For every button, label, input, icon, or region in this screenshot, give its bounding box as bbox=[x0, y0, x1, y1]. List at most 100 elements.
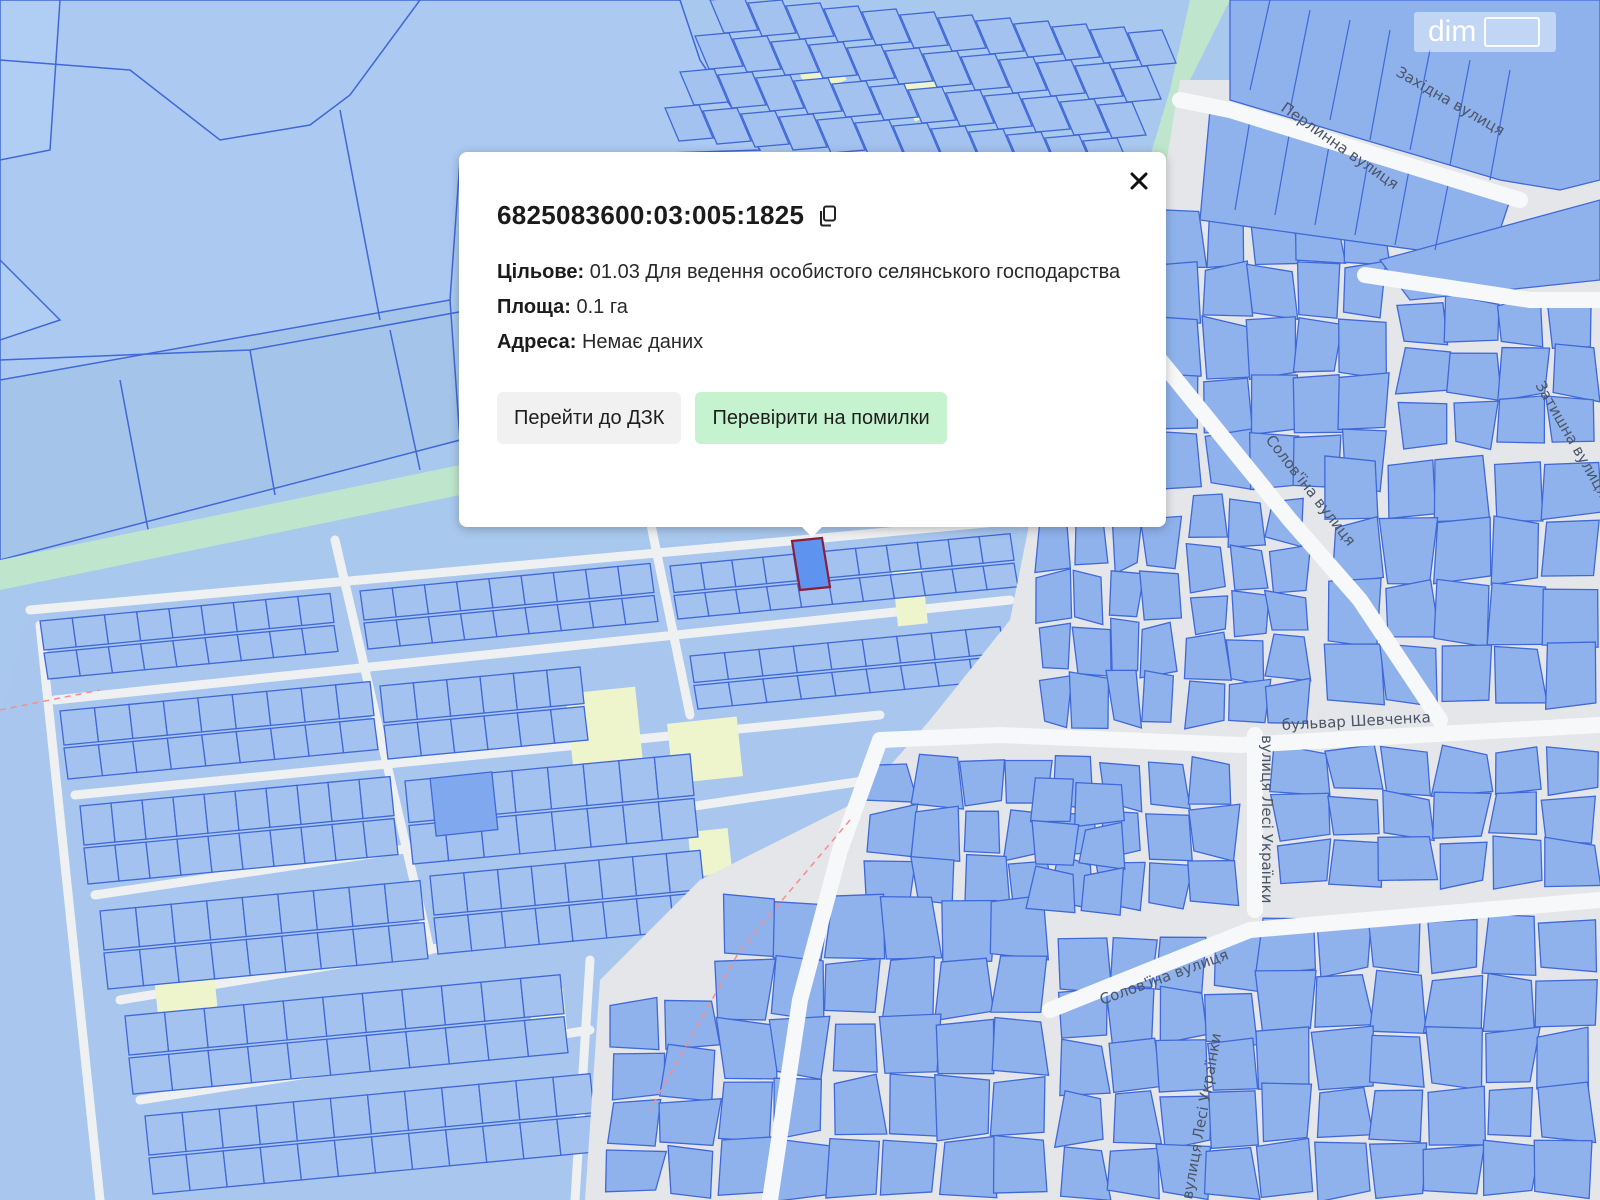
garden-parcel[interactable] bbox=[545, 666, 585, 708]
urban-parcel[interactable] bbox=[963, 810, 1001, 854]
garden-parcel[interactable] bbox=[338, 717, 379, 754]
garden-parcel[interactable] bbox=[383, 879, 425, 924]
urban-parcel[interactable] bbox=[1324, 744, 1384, 790]
garden-parcel[interactable] bbox=[395, 616, 434, 647]
urban-parcel[interactable] bbox=[1183, 680, 1226, 730]
urban-parcel[interactable] bbox=[1327, 795, 1380, 836]
urban-parcel[interactable] bbox=[1268, 544, 1312, 594]
garden-parcel[interactable] bbox=[387, 921, 429, 963]
garden-parcel[interactable] bbox=[858, 574, 896, 603]
urban-parcel[interactable] bbox=[1368, 969, 1427, 1035]
garden-parcel[interactable] bbox=[598, 856, 638, 900]
garden-parcel[interactable] bbox=[444, 1023, 490, 1065]
garden-parcel[interactable] bbox=[259, 1143, 303, 1185]
garden-parcel[interactable] bbox=[172, 793, 209, 837]
garden-parcel[interactable] bbox=[110, 799, 147, 843]
urban-parcel[interactable] bbox=[1487, 1086, 1534, 1137]
urban-parcel[interactable] bbox=[1377, 835, 1439, 882]
garden-parcel[interactable] bbox=[556, 600, 595, 632]
urban-parcel[interactable] bbox=[1482, 972, 1536, 1033]
garden-parcel[interactable] bbox=[352, 925, 394, 967]
garden-parcel[interactable] bbox=[515, 811, 557, 855]
urban-parcel[interactable] bbox=[1035, 567, 1073, 625]
urban-parcel[interactable] bbox=[609, 996, 660, 1051]
garden-parcel[interactable] bbox=[552, 1073, 595, 1117]
garden-parcel[interactable] bbox=[480, 977, 526, 1022]
garden-parcel[interactable] bbox=[327, 778, 364, 823]
urban-parcel[interactable] bbox=[1545, 746, 1599, 797]
garden-parcel[interactable] bbox=[205, 896, 247, 941]
urban-parcel[interactable] bbox=[1109, 617, 1140, 676]
garden-parcel[interactable] bbox=[144, 1111, 187, 1156]
garden-parcel[interactable] bbox=[322, 992, 367, 1037]
urban-parcel[interactable] bbox=[1337, 372, 1390, 431]
garden-parcel[interactable] bbox=[524, 603, 563, 635]
garden-parcel[interactable] bbox=[231, 690, 272, 730]
urban-parcel[interactable] bbox=[1072, 569, 1104, 626]
garden-parcel[interactable] bbox=[218, 1104, 261, 1149]
garden-parcel[interactable] bbox=[653, 753, 695, 800]
garden-parcel[interactable] bbox=[511, 766, 553, 814]
garden-parcel[interactable] bbox=[622, 801, 664, 845]
garden-parcel[interactable] bbox=[301, 624, 339, 656]
garden-parcel[interactable] bbox=[167, 1049, 213, 1091]
garden-parcel[interactable] bbox=[128, 1053, 174, 1095]
urban-parcel[interactable] bbox=[1533, 1139, 1593, 1200]
garden-parcel[interactable] bbox=[326, 1034, 371, 1076]
urban-parcel[interactable] bbox=[1269, 792, 1331, 842]
urban-parcel[interactable] bbox=[1422, 974, 1484, 1034]
garden-parcel[interactable] bbox=[951, 565, 988, 594]
urban-parcel[interactable] bbox=[1078, 821, 1126, 870]
urban-parcel[interactable] bbox=[1368, 920, 1421, 974]
urban-parcel[interactable] bbox=[1368, 1034, 1425, 1088]
urban-parcel[interactable] bbox=[1139, 621, 1178, 679]
urban-parcel[interactable] bbox=[1292, 316, 1343, 373]
urban-parcel[interactable] bbox=[717, 1081, 774, 1143]
garden-parcel[interactable] bbox=[564, 859, 604, 903]
garden-parcel[interactable] bbox=[621, 594, 659, 626]
urban-parcel[interactable] bbox=[1029, 777, 1075, 823]
garden-parcel[interactable] bbox=[141, 796, 178, 840]
garden-parcel[interactable] bbox=[139, 640, 178, 671]
garden-parcel[interactable] bbox=[79, 802, 116, 846]
garden-parcel[interactable] bbox=[482, 1122, 525, 1164]
garden-parcel[interactable] bbox=[203, 1004, 249, 1049]
urban-parcel[interactable] bbox=[1485, 1026, 1541, 1084]
urban-parcel[interactable] bbox=[1425, 1026, 1483, 1091]
garden-parcel[interactable] bbox=[930, 629, 971, 661]
garden-parcel[interactable] bbox=[429, 872, 469, 916]
garden-parcel[interactable] bbox=[534, 904, 574, 946]
urban-parcel[interactable] bbox=[1296, 261, 1341, 319]
garden-parcel[interactable] bbox=[234, 787, 271, 831]
garden-parcel[interactable] bbox=[172, 636, 210, 668]
urban-parcel[interactable] bbox=[658, 1098, 723, 1147]
urban-parcel[interactable] bbox=[1261, 1082, 1313, 1143]
urban-parcel[interactable] bbox=[1314, 1141, 1371, 1200]
urban-parcel[interactable] bbox=[1323, 643, 1386, 706]
garden-parcel[interactable] bbox=[478, 1080, 521, 1125]
garden-parcel[interactable] bbox=[329, 1094, 373, 1139]
garden-parcel[interactable] bbox=[103, 611, 142, 645]
garden-parcel[interactable] bbox=[312, 886, 354, 931]
urban-parcel[interactable] bbox=[878, 1013, 942, 1074]
urban-parcel[interactable] bbox=[1494, 746, 1542, 796]
garden-parcel[interactable] bbox=[135, 608, 174, 642]
garden-parcel[interactable] bbox=[515, 1076, 558, 1121]
urban-parcel[interactable] bbox=[1536, 1026, 1590, 1090]
garden-parcel[interactable] bbox=[920, 568, 957, 597]
garden-parcel[interactable] bbox=[269, 826, 306, 868]
urban-parcel[interactable] bbox=[910, 753, 965, 810]
garden-parcel[interactable] bbox=[238, 829, 275, 870]
garden-parcel[interactable] bbox=[97, 740, 138, 777]
garden-parcel[interactable] bbox=[496, 865, 536, 910]
garden-parcel[interactable] bbox=[449, 715, 489, 754]
garden-parcel[interactable] bbox=[359, 587, 397, 621]
urban-parcel[interactable] bbox=[1254, 969, 1317, 1034]
garden-parcel[interactable] bbox=[407, 1129, 451, 1171]
urban-parcel[interactable] bbox=[1422, 1144, 1486, 1195]
garden-parcel[interactable] bbox=[242, 1000, 288, 1045]
urban-parcel[interactable] bbox=[935, 1018, 995, 1075]
garden-parcel[interactable] bbox=[296, 1139, 340, 1181]
urban-parcel[interactable] bbox=[1387, 459, 1437, 520]
garden-parcel[interactable] bbox=[300, 684, 341, 723]
